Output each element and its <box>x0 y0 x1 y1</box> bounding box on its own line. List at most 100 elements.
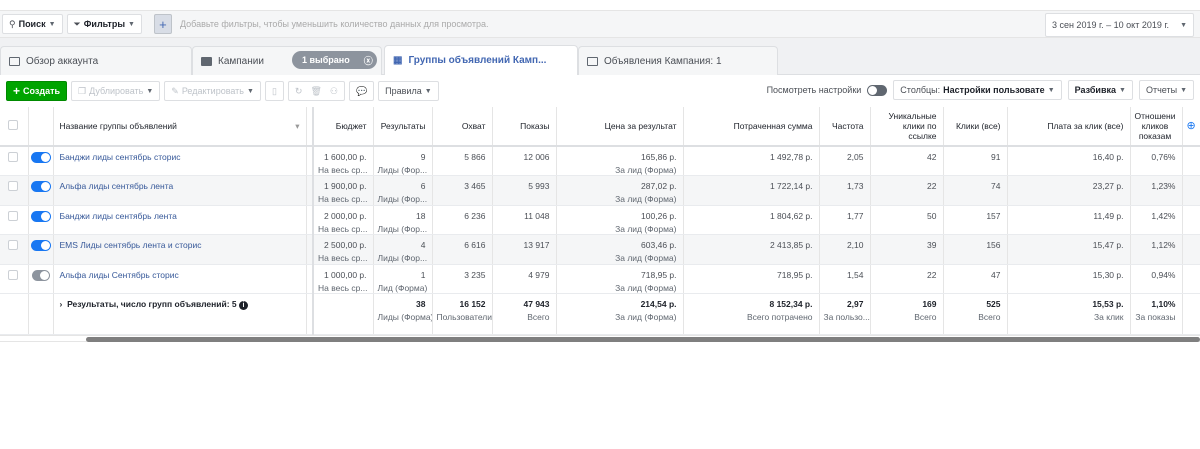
column-header-amount-spent[interactable]: Потраченная сумма <box>683 107 820 147</box>
table-row[interactable]: Банджи лиды сентябрь лента 2 000,00 р. На … <box>0 205 1200 235</box>
cell-reach: 5 866 <box>432 146 493 176</box>
column-header-ctr[interactable]: Отношени кликов показам <box>1130 107 1183 147</box>
ad-sets-table: Название группы объявлений ▾ Бюджет Резул… <box>0 107 1200 335</box>
ad-set-name-link[interactable]: EMS Лиды сентябрь лента и сторис <box>60 240 202 250</box>
undo-icon[interactable]: ↻ <box>295 86 303 97</box>
summary-row: › Результаты, число групп объявлений: 5 … <box>0 293 1200 335</box>
cell-frequency: 2,10 <box>819 234 871 265</box>
row-checkbox[interactable] <box>7 152 18 162</box>
search-button[interactable]: ⚲ Поиск ▼ <box>2 14 63 34</box>
comment-icon: 💬 <box>355 85 368 96</box>
column-header-impressions[interactable]: Показы <box>492 107 557 147</box>
cell-frequency: 1,73 <box>819 175 871 206</box>
create-button[interactable]: + Создать <box>6 81 68 101</box>
add-filter-button[interactable]: + <box>153 14 172 34</box>
filter-bar: ⚲ Поиск ▼ ⏷ Фильтры ▼ + Добавьте фильтры, чт… <box>0 10 1200 38</box>
row-status-toggle[interactable] <box>30 210 51 222</box>
column-header-frequency[interactable]: Частота <box>819 107 871 147</box>
clipboard-button[interactable]: ▯ <box>264 81 284 101</box>
cell-cpr: 718,95 р. За лид (Форма) <box>556 264 684 294</box>
cell-impressions: 5 993 <box>492 175 557 206</box>
cell-unique_clicks: 22 <box>870 264 944 294</box>
summary-clicks: 525 Всего <box>943 293 1008 335</box>
column-header-cpc[interactable]: Плата за клик (все) <box>1007 107 1131 147</box>
sort-icon[interactable]: ▾ <box>295 121 299 131</box>
table-row[interactable]: EMS Лиды сентябрь лента и сторис 2 500,00… <box>0 234 1200 265</box>
scrollbar-thumb[interactable] <box>86 337 1200 342</box>
people-icon[interactable]: ⚇ <box>330 86 338 97</box>
horizontal-scrollbar[interactable] <box>0 335 1200 342</box>
column-header-unique-link-clicks[interactable]: Уникальные клики по ссылке <box>870 107 944 147</box>
cell-unique_clicks: 50 <box>870 205 944 235</box>
row-status-toggle[interactable] <box>30 152 51 163</box>
cell-ctr: 1,42% <box>1130 205 1183 235</box>
table-row[interactable]: Альфа лиды сентябрь лента 1 900,00 р. На в… <box>0 175 1200 206</box>
ad-set-name-link[interactable]: Альфа лиды Сентябрь сторис <box>60 270 179 280</box>
column-separator <box>306 234 314 265</box>
tab-account-overview[interactable]: Обзор аккаунта <box>0 46 192 75</box>
cell-results: 18 Лиды (Фор... <box>373 205 433 235</box>
ad-set-name-link[interactable]: Банджи лиды сентябрь лента <box>60 211 177 221</box>
filters-button[interactable]: ⏷ Фильтры ▼ <box>66 14 142 34</box>
summary-results: 38 Лиды (Форма) <box>373 293 433 335</box>
row-status-toggle[interactable] <box>30 181 51 192</box>
row-status-toggle[interactable] <box>30 240 51 251</box>
info-icon[interactable]: i <box>239 301 249 310</box>
date-range-picker[interactable]: 3 сен 2019 г. – 10 окт 2019 г. ▼ <box>1044 13 1194 37</box>
edit-button[interactable]: ✎ Редактировать ▼ <box>164 81 261 101</box>
cell-budget: 1 600,00 р. На весь ср... <box>313 146 374 176</box>
add-column-icon[interactable]: ⊕ <box>1182 107 1200 147</box>
cell-cpr: 100,26 р. За лид (Форма) <box>556 205 684 235</box>
ad-set-name-link[interactable]: Альфа лиды сентябрь лента <box>60 181 174 191</box>
close-icon[interactable]: ⓧ <box>364 54 373 67</box>
cell-reach: 6 236 <box>432 205 493 235</box>
cell-cpc: 23,27 р. <box>1007 175 1131 206</box>
tab-ads[interactable]: Объявления Кампания: 1 <box>578 46 778 75</box>
ad-set-name-link[interactable]: Банджи лиды сентябрь сторис <box>60 152 181 162</box>
column-header-budget[interactable]: Бюджет <box>313 107 374 147</box>
cell-budget: 2 000,00 р. На весь ср... <box>313 205 374 235</box>
selected-badge[interactable]: 1 выбрано ⓧ <box>292 51 377 69</box>
breakdown-button[interactable]: Разбивка ▼ <box>1067 80 1133 100</box>
table-row[interactable]: Альфа лиды Сентябрь сторис 1 000,00 р. На … <box>0 264 1200 294</box>
row-checkbox[interactable] <box>7 269 18 280</box>
columns-button[interactable]: Столбцы: Настройки пользовате ▼ <box>893 80 1062 100</box>
row-status-toggle[interactable] <box>31 269 50 281</box>
column-header-name[interactable]: Название группы объявлений ▾ <box>53 107 307 147</box>
chevron-down-icon: ▼ <box>128 20 135 28</box>
column-header-results[interactable]: Результаты <box>373 107 433 147</box>
view-settings-label: Посмотреть настройки <box>766 85 862 95</box>
row-checkbox[interactable] <box>7 210 18 221</box>
reports-button[interactable]: Отчеты ▼ <box>1138 80 1194 100</box>
duplicate-button[interactable]: ❐ Дублировать ▼ <box>71 81 161 101</box>
column-header-cost-per-result[interactable]: Цена за результат <box>556 107 684 147</box>
comment-button[interactable]: 💬 <box>348 81 375 101</box>
rules-button[interactable]: Правила ▼ <box>378 81 439 101</box>
tab-ad-sets[interactable]: ▦ Группы объявлений Камп... <box>384 45 578 75</box>
empty-cell <box>1182 205 1200 235</box>
trash-icon[interactable]: 🗑 <box>310 86 321 97</box>
select-all-checkbox[interactable] <box>7 120 18 130</box>
cell-cpc: 16,40 р. <box>1007 146 1131 176</box>
summary-reach: 16 152 Пользователи <box>432 293 493 335</box>
empty-cell <box>1182 146 1200 176</box>
toolbar-icon-group: ↻ 🗑 ⚇ <box>287 81 345 101</box>
chevron-down-icon: ▼ <box>1180 21 1187 29</box>
empty-cell <box>1182 175 1200 206</box>
summary-cpr: 214,54 р. За лид (Форма) <box>556 293 684 335</box>
cell-results: 9 Лиды (Фор... <box>373 146 433 176</box>
row-checkbox[interactable] <box>7 181 18 191</box>
cell-impressions: 13 917 <box>492 234 557 265</box>
cell-clicks: 157 <box>943 205 1008 235</box>
summary-impressions: 47 943 Всего <box>492 293 557 335</box>
tabs-bar: Обзор аккаунта Кампании 1 выбрано ⓧ ▦ Груп… <box>0 38 1200 75</box>
row-checkbox[interactable] <box>7 240 18 250</box>
view-settings-toggle[interactable] <box>867 84 888 96</box>
cell-reach: 3 465 <box>432 175 493 206</box>
column-header-clicks[interactable]: Клики (все) <box>943 107 1008 147</box>
column-header-reach[interactable]: Охват <box>432 107 493 147</box>
chevron-down-icon: ▼ <box>48 20 56 28</box>
expand-chevron-icon[interactable]: › <box>60 299 63 309</box>
cell-spent: 1 804,62 р. <box>683 205 820 235</box>
table-row[interactable]: Банджи лиды сентябрь сторис 1 600,00 р. На… <box>0 146 1200 176</box>
